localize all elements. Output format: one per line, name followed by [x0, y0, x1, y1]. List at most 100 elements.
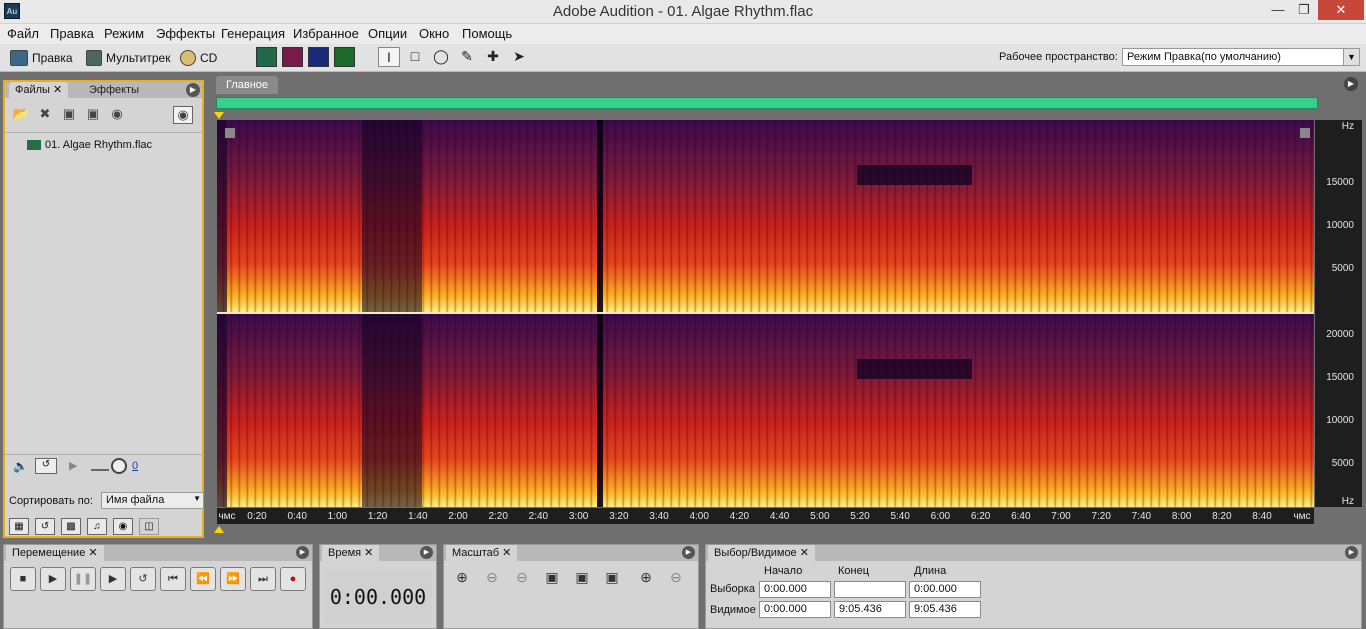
zoom-panel: Масштаб ✕ ▶ ⊕ ⊖ ⊖ ▣ ▣ ▣ ⊕ ⊖ — [443, 544, 699, 629]
tab-selection-view[interactable]: Выбор/Видимое ✕ — [708, 545, 815, 561]
record-button[interactable]: ● — [280, 567, 306, 591]
close-file-icon[interactable]: ✖ — [35, 106, 55, 124]
menu-window[interactable]: Окно — [419, 26, 449, 41]
spectral-view-icon[interactable] — [282, 47, 303, 67]
tab-effects[interactable]: Эффекты — [83, 82, 145, 98]
zoom-in-vertical-icon[interactable]: ⊕ — [636, 569, 656, 589]
time-tick: 7:40 — [1131, 511, 1152, 522]
scrub-tool-icon[interactable]: ➤ — [508, 47, 530, 67]
insert-multitrack-icon[interactable]: ▣ — [59, 106, 79, 124]
menu-file[interactable]: Файл — [7, 26, 39, 41]
channel-enable-icon[interactable] — [225, 128, 235, 138]
hz-tick: 10000 — [1326, 415, 1354, 426]
lasso-tool-icon[interactable]: ◯ — [430, 47, 452, 67]
loop-clip-icon[interactable]: ◫ — [139, 518, 159, 535]
film-icon[interactable]: ▩ — [61, 518, 81, 535]
cd-view-button[interactable]: CD — [180, 48, 217, 68]
overview-bar[interactable] — [216, 97, 1318, 109]
show-options-icon[interactable]: ◉ — [173, 106, 193, 124]
zoom-in-horizontal-icon[interactable]: ⊕ — [452, 569, 472, 589]
music-note-icon[interactable]: ♫ — [87, 518, 107, 535]
view-length-field[interactable]: 9:05.436 — [909, 601, 981, 618]
tab-main[interactable]: Главное — [216, 76, 279, 94]
multitrack-view-button[interactable]: Мультитрек — [86, 48, 170, 68]
panel-menu-icon[interactable]: ▶ — [186, 83, 200, 97]
tab-transport[interactable]: Перемещение ✕ — [6, 545, 104, 561]
import-icon[interactable]: ◉ — [107, 106, 127, 124]
phase-view-icon[interactable] — [334, 47, 355, 67]
go-to-end-button[interactable]: ⏭ — [250, 567, 276, 591]
tab-files[interactable]: Файлы ✕ — [9, 82, 69, 98]
zoom-out-full-icon[interactable]: ⊖ — [512, 569, 532, 589]
play-button[interactable]: ▶ — [40, 567, 66, 591]
volume-value[interactable]: 0 — [132, 460, 138, 472]
zoom-out-horizontal-icon[interactable]: ⊖ — [482, 569, 502, 589]
close-button[interactable]: ✕ — [1318, 0, 1364, 20]
marquee-tool-icon[interactable]: □ — [404, 47, 426, 67]
selection-end-field[interactable] — [834, 581, 906, 598]
workspace-select[interactable]: Режим Правка(по умолчанию) ▼ — [1122, 48, 1360, 66]
play-preview-icon[interactable]: ▶ — [69, 459, 77, 472]
zoom-out-vertical-icon[interactable]: ⊖ — [666, 569, 686, 589]
spectrogram-right-channel[interactable] — [217, 314, 1314, 507]
view-start-field[interactable]: 0:00.000 — [759, 601, 831, 618]
menu-help[interactable]: Помощь — [462, 26, 512, 41]
panel-menu-icon[interactable]: ▶ — [420, 546, 433, 559]
tab-zoom[interactable]: Масштаб ✕ — [446, 545, 518, 561]
play-from-cursor-button[interactable]: ▶ — [100, 567, 126, 591]
volume-knob[interactable] — [111, 458, 127, 474]
selection-start-field[interactable]: 0:00.000 — [759, 581, 831, 598]
zoom-left-edge-icon[interactable]: ▣ — [572, 569, 592, 589]
zoom-to-selection-icon[interactable]: ▣ — [542, 569, 562, 589]
loop-button[interactable]: ↺ — [130, 567, 156, 591]
list-item[interactable]: 01. Algae Rhythm.flac — [27, 139, 152, 151]
channel-enable-icon[interactable] — [1300, 128, 1310, 138]
selection-length-field[interactable]: 0:00.000 — [909, 581, 981, 598]
multitrack-label: Мультитрек — [106, 51, 171, 65]
time-tick: 8:00 — [1171, 511, 1192, 522]
spot-healing-tool-icon[interactable]: ✚ — [482, 47, 504, 67]
panel-menu-icon[interactable]: ▶ — [682, 546, 695, 559]
playhead-marker-icon[interactable] — [214, 112, 224, 119]
time-selection-tool-icon[interactable]: I — [378, 47, 400, 67]
time-tick: 2:00 — [448, 511, 468, 522]
menu-generate[interactable]: Генерация — [221, 26, 285, 41]
spectrogram-left-channel[interactable] — [217, 120, 1314, 312]
filter-icon[interactable]: ◉ — [113, 518, 133, 535]
panel-menu-icon[interactable]: ▶ — [1345, 546, 1358, 559]
loop-icon[interactable]: ↺ — [35, 458, 57, 474]
view-end-field[interactable]: 9:05.436 — [834, 601, 906, 618]
insert-into-multitrack-icon[interactable]: ▦ — [9, 518, 29, 535]
maximize-button[interactable]: ❐ — [1290, 0, 1318, 20]
menu-options[interactable]: Опции — [368, 26, 407, 41]
panel-menu-icon[interactable]: ▶ — [1344, 77, 1358, 91]
sort-select[interactable]: Имя файла ▼ — [101, 492, 204, 509]
autoplay-icon[interactable]: ↺ — [35, 518, 55, 535]
stop-button[interactable]: ■ — [10, 567, 36, 591]
open-file-icon[interactable]: 📂 — [11, 106, 31, 124]
waveform-view-icon[interactable] — [256, 47, 277, 67]
go-to-start-button[interactable]: ⏮ — [160, 567, 186, 591]
minimize-button[interactable]: — — [1264, 0, 1292, 20]
edit-view-button[interactable]: Правка — [10, 48, 73, 68]
rewind-button[interactable]: ⏪ — [190, 567, 216, 591]
files-panel: Файлы ✕ Эффекты ▶ 📂 ✖ ▣ ▣ ◉ ◉ 01. Algae … — [3, 80, 204, 538]
menu-favorites[interactable]: Избранное — [293, 26, 359, 41]
tab-time[interactable]: Время ✕ — [322, 545, 380, 561]
menu-effects[interactable]: Эффекты — [156, 26, 215, 41]
zoom-right-edge-icon[interactable]: ▣ — [602, 569, 622, 589]
menu-mode[interactable]: Режим — [104, 26, 144, 41]
panel-menu-icon[interactable]: ▶ — [296, 546, 309, 559]
cd-icon — [180, 50, 196, 66]
time-ruler[interactable]: чмс 0:20 0:40 1:00 1:20 1:40 2:00 2:20 2:40 3:00 3… — [217, 508, 1314, 524]
hz-tick: 10000 — [1326, 220, 1354, 231]
frequency-axis: Hz 15000 10000 5000 20000 15000 10000 50… — [1315, 120, 1362, 507]
speaker-icon[interactable]: 🔈 — [13, 459, 28, 473]
selection-marker-icon[interactable] — [214, 526, 224, 533]
brush-tool-icon[interactable]: ✎ — [456, 47, 478, 67]
pause-button[interactable]: ❚❚ — [70, 567, 96, 591]
insert-cd-icon[interactable]: ▣ — [83, 106, 103, 124]
fast-forward-button[interactable]: ⏩ — [220, 567, 246, 591]
menu-edit[interactable]: Правка — [50, 26, 94, 41]
spectral-pitch-icon[interactable] — [308, 47, 329, 67]
